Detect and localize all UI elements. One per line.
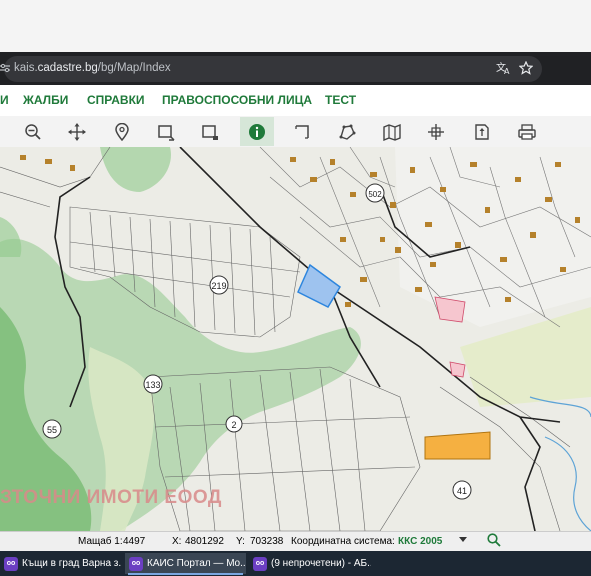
x-coordinate-value: 4801292 bbox=[185, 536, 224, 547]
svg-text:55: 55 bbox=[47, 425, 57, 435]
taskbar-item-kais-portal[interactable]: oo КАИС Портал — Mo... bbox=[125, 553, 246, 574]
y-coordinate-value: 703238 bbox=[250, 536, 284, 547]
pink-parcel-small[interactable] bbox=[449, 361, 466, 378]
nav-item-partial[interactable]: И bbox=[0, 93, 9, 107]
location-button[interactable] bbox=[105, 117, 139, 146]
svg-text:41: 41 bbox=[457, 486, 467, 496]
scale-label: Мащаб 1: bbox=[78, 536, 123, 547]
zoom-out-icon bbox=[25, 123, 41, 140]
svg-text:2: 2 bbox=[231, 420, 236, 430]
cadastral-map[interactable]: 219 133 55 2 41 502 bbox=[0, 147, 591, 531]
bookmark-star-icon[interactable] bbox=[519, 61, 533, 75]
measure-button[interactable] bbox=[285, 117, 319, 146]
nav-item-complaints[interactable]: ЖАЛБИ bbox=[23, 93, 68, 107]
draw-polygon-button[interactable] bbox=[330, 117, 364, 146]
url-domain: cadastre.bg bbox=[37, 62, 98, 74]
export-icon bbox=[475, 123, 489, 140]
taskbar-item-label: (9 непрочетени) - АБ... bbox=[271, 558, 371, 569]
search-icon[interactable] bbox=[487, 533, 501, 547]
taskbar-item-listings[interactable]: oo Къщи в град Варна з... bbox=[0, 553, 122, 574]
chevron-down-icon[interactable] bbox=[459, 537, 467, 543]
nav-item-licensed-persons[interactable]: ПРАВОСПОСОБНИ ЛИЦА bbox=[162, 93, 312, 107]
map-layers-icon bbox=[383, 123, 401, 141]
export-button[interactable] bbox=[465, 117, 499, 146]
nav-item-references[interactable]: СПРАВКИ bbox=[87, 93, 145, 107]
highlighted-parcel[interactable] bbox=[424, 431, 491, 460]
desktop-background bbox=[0, 0, 591, 52]
url-path: /bg/Map/Index bbox=[97, 62, 171, 74]
map-canvas[interactable]: 219 133 55 2 41 502 bbox=[0, 147, 591, 531]
url-prefix: kais. bbox=[14, 62, 38, 74]
print-icon bbox=[518, 123, 536, 140]
parcel-label-55: 55 bbox=[42, 419, 62, 439]
draw-polygon-icon bbox=[339, 124, 356, 140]
scale-value[interactable]: 4497 bbox=[123, 536, 145, 547]
select-rectangle-alt-button[interactable] bbox=[193, 117, 227, 146]
coordinates-icon bbox=[428, 123, 444, 140]
select-rectangle-icon bbox=[158, 124, 175, 141]
svg-text:A: A bbox=[504, 67, 510, 75]
active-task-indicator bbox=[128, 573, 243, 575]
browser-profile-icon: oo bbox=[4, 556, 18, 571]
url-text[interactable]: kais.cadastre.bg/bg/Map/Index bbox=[14, 62, 171, 74]
parcel-label-502: 502 bbox=[365, 183, 385, 203]
coordinate-system-select[interactable]: ККС 2005 bbox=[398, 536, 442, 547]
taskbar-item-label: КАИС Портал — Mo... bbox=[147, 558, 246, 569]
pan-button[interactable] bbox=[60, 117, 94, 146]
parcel-label-2: 2 bbox=[225, 415, 243, 433]
taskbar-item-messages[interactable]: oo (9 непрочетени) - АБ... bbox=[249, 553, 371, 574]
browser-profile-icon: oo bbox=[253, 556, 267, 571]
location-pin-icon bbox=[115, 122, 129, 141]
browser-profile-icon: oo bbox=[129, 556, 143, 571]
svg-text:133: 133 bbox=[145, 380, 160, 390]
nav-item-test[interactable]: ТЕСТ bbox=[325, 93, 356, 107]
translate-icon[interactable]: 文 A bbox=[496, 61, 512, 75]
print-button[interactable] bbox=[510, 117, 544, 146]
site-settings-icon[interactable] bbox=[0, 63, 10, 73]
coordinate-system-label: Координатна система: bbox=[291, 536, 395, 547]
select-rectangle-button[interactable] bbox=[149, 117, 183, 146]
y-label: Y: bbox=[236, 536, 245, 547]
info-button[interactable] bbox=[240, 117, 274, 146]
taskbar-item-label: Къщи в град Варна з... bbox=[22, 558, 122, 569]
parcel-label-133: 133 bbox=[143, 374, 163, 394]
pan-icon bbox=[68, 122, 86, 141]
company-watermark: ЗТОЧНИ ИМОТИ ЕООД bbox=[0, 487, 222, 508]
svg-text:219: 219 bbox=[211, 281, 226, 291]
parcel-label-219: 219 bbox=[209, 275, 229, 295]
info-icon bbox=[249, 123, 265, 140]
zoom-out-button[interactable] bbox=[16, 117, 50, 146]
parcel-label-41: 41 bbox=[452, 480, 472, 500]
select-rectangle-dashed-icon bbox=[202, 124, 218, 140]
svg-text:502: 502 bbox=[368, 190, 382, 199]
map-layers-button[interactable] bbox=[375, 117, 409, 146]
x-label: X: bbox=[172, 536, 182, 547]
measure-icon bbox=[295, 124, 309, 139]
coordinates-button[interactable] bbox=[419, 117, 453, 146]
